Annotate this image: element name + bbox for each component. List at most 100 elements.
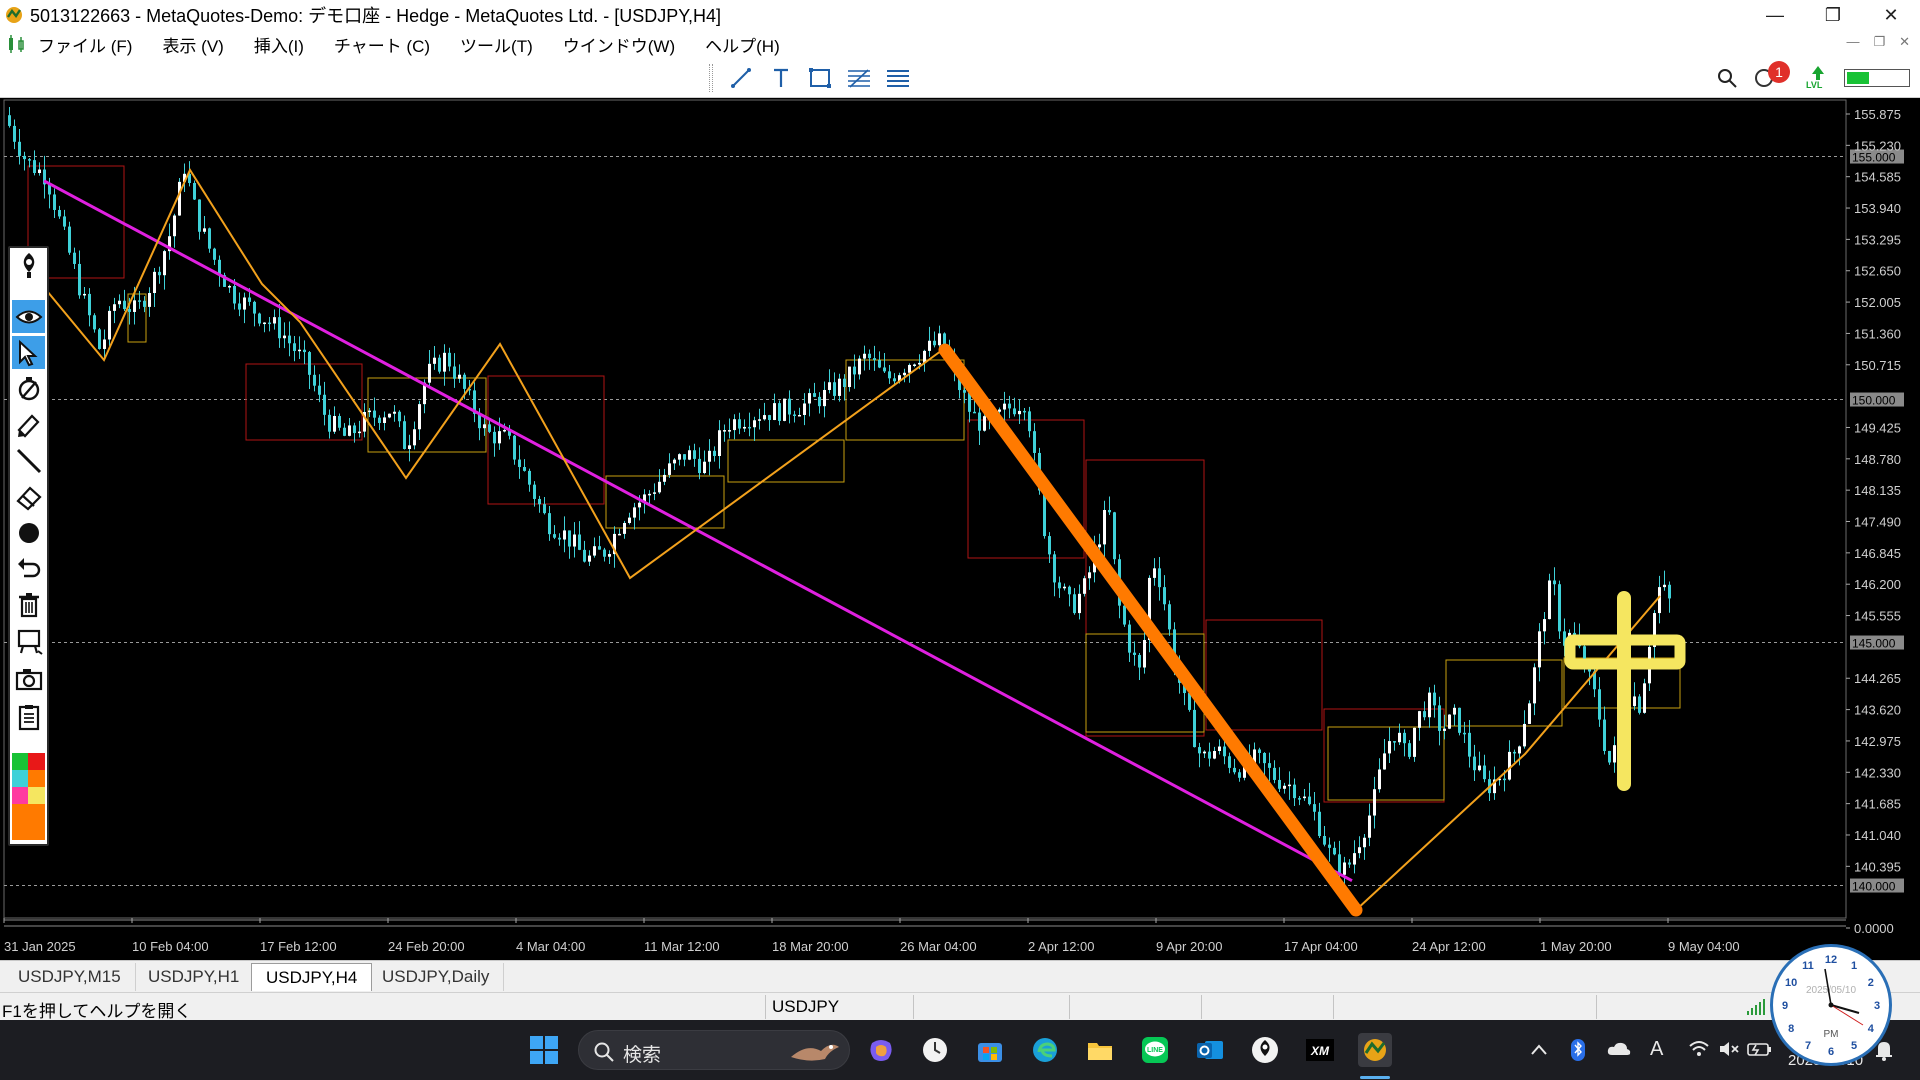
candle-body: [298, 349, 301, 352]
candle-body: [263, 322, 266, 325]
text-tool-button[interactable]: [766, 64, 796, 92]
battery-icon[interactable]: [1746, 1040, 1772, 1058]
menu-window[interactable]: ウインドウ(W): [563, 32, 675, 57]
minimize-button[interactable]: —: [1746, 0, 1804, 30]
marker-icon: [16, 413, 40, 438]
edge-app[interactable]: [1028, 1033, 1062, 1067]
mdi-minimize-button[interactable]: —: [1846, 34, 1859, 50]
candle-body: [623, 522, 626, 534]
swatch-pink[interactable]: [12, 787, 28, 804]
candle-body: [328, 414, 331, 432]
close-button[interactable]: ✕: [1862, 0, 1920, 30]
chevron-up-icon[interactable]: [1530, 1042, 1548, 1058]
candle-body: [1288, 784, 1291, 787]
menu-help[interactable]: ヘルプ(H): [705, 32, 780, 57]
clock-numeral: 1: [1851, 960, 1857, 972]
candle-body: [1028, 411, 1031, 432]
marker-tool[interactable]: [12, 408, 45, 441]
tab-usdjpy-m15[interactable]: USDJPY,M15: [4, 963, 136, 991]
connection-bars-icon: [1747, 999, 1765, 1015]
candle-body: [1373, 789, 1376, 816]
candle-body: [1263, 752, 1266, 764]
menu-file[interactable]: ファイル (F): [38, 32, 132, 57]
price-chart[interactable]: 155.000150.000145.000140.000155.875155.2…: [0, 98, 1920, 960]
line-app[interactable]: LINE: [1138, 1033, 1172, 1067]
tab-usdjpy-h1[interactable]: USDJPY,H1: [134, 963, 255, 991]
swatch-orange-selected[interactable]: [12, 804, 45, 840]
clipboard-tool[interactable]: [12, 700, 45, 733]
chart-area[interactable]: 155.000 150.000 145.000 140.000 155.875 155.2…: [0, 98, 1920, 960]
time-tick-label: 17 Feb 12:00: [260, 939, 337, 954]
eraser-tool[interactable]: [12, 480, 45, 513]
delete-tool[interactable]: [12, 588, 45, 621]
outlook-app[interactable]: [1193, 1033, 1227, 1067]
candle-body: [1638, 696, 1641, 713]
tab-usdjpy-h4[interactable]: USDJPY,H4: [251, 963, 373, 991]
xm-app[interactable]: XM: [1303, 1033, 1337, 1067]
line-tool[interactable]: [12, 444, 45, 477]
swatch-yellow[interactable]: [28, 787, 45, 804]
copilot-app[interactable]: [864, 1033, 898, 1067]
candle-body: [833, 382, 836, 396]
range-box: [1445, 659, 1563, 727]
candle-body: [778, 403, 781, 421]
screenshot-tool[interactable]: [12, 662, 45, 695]
candle-body: [828, 382, 831, 390]
undo-tool[interactable]: [12, 552, 45, 585]
candle-body: [68, 226, 71, 253]
eye-tool[interactable]: [12, 300, 45, 333]
wifi-icon[interactable]: [1688, 1040, 1710, 1058]
swatch-cyan[interactable]: [12, 770, 28, 787]
arrow-cursor-icon: [18, 339, 38, 366]
menu-view[interactable]: 表示 (V): [162, 32, 223, 57]
cursor-tool[interactable]: [12, 336, 45, 369]
clock-app[interactable]: [918, 1033, 952, 1067]
pen-app[interactable]: [1248, 1033, 1282, 1067]
candle-body: [738, 419, 741, 429]
ime-indicator[interactable]: A: [1650, 1038, 1663, 1061]
taskbar-search[interactable]: 検索: [578, 1030, 850, 1070]
candle-body: [493, 431, 496, 444]
camera-icon: [15, 668, 42, 690]
dot-tool[interactable]: [12, 516, 45, 549]
candle-body: [1443, 728, 1446, 731]
candle-body: [113, 304, 116, 311]
search-icon[interactable]: [1716, 67, 1738, 89]
fibonacci-tool-button[interactable]: [844, 64, 874, 92]
chart-window-icon[interactable]: [6, 33, 28, 55]
board-tool[interactable]: [12, 624, 45, 657]
menu-insert[interactable]: 挿入(I): [254, 32, 304, 57]
rectangle-tool-button[interactable]: [805, 64, 835, 92]
explorer-app[interactable]: [1083, 1033, 1117, 1067]
menu-tools[interactable]: ツール(T): [460, 32, 533, 57]
restore-button[interactable]: ❐: [1804, 0, 1862, 30]
pen-tool[interactable]: [12, 248, 45, 281]
swatch-orange-small[interactable]: [28, 770, 45, 787]
channel-tool-button[interactable]: [883, 64, 913, 92]
menu-chart[interactable]: チャート (C): [334, 32, 430, 57]
candle-body: [453, 366, 456, 379]
candle-body: [148, 293, 151, 307]
candle-body: [713, 450, 716, 457]
start-button[interactable]: [527, 1033, 561, 1067]
bluetooth-icon[interactable]: [1570, 1038, 1586, 1062]
swatch-red[interactable]: [28, 753, 45, 770]
candle-body: [548, 513, 551, 535]
stopwatch-eraser-icon: [18, 376, 39, 400]
eraser-all-tool[interactable]: [12, 372, 45, 405]
candle-body: [1658, 587, 1661, 614]
candle-body: [228, 286, 231, 288]
swatch-green[interactable]: [12, 753, 28, 770]
candle-body: [483, 424, 486, 429]
store-app[interactable]: [973, 1033, 1007, 1067]
store-icon: [978, 1043, 1002, 1062]
onedrive-cloud-icon[interactable]: [1606, 1040, 1632, 1058]
tab-usdjpy-daily[interactable]: USDJPY,Daily: [368, 963, 505, 991]
notifications-button[interactable]: 1: [1752, 61, 1792, 91]
trendline-tool-button[interactable]: [726, 64, 756, 92]
mdi-close-button[interactable]: ✕: [1899, 34, 1910, 50]
metatrader-app[interactable]: [1358, 1033, 1392, 1067]
speaker-muted-icon[interactable]: [1718, 1040, 1740, 1058]
mdi-restore-button[interactable]: ❐: [1873, 34, 1885, 50]
time-tick-label: 18 Mar 20:00: [772, 939, 849, 954]
